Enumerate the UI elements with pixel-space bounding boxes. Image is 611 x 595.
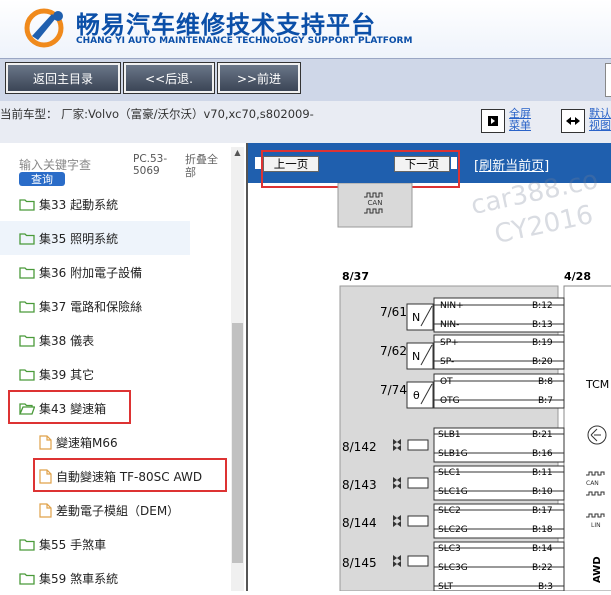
highlight-box-gearbox — [8, 390, 131, 424]
pin-nin-plus: NIN+ — [440, 301, 464, 311]
pin-slc3: SLC3 — [438, 544, 461, 554]
pin-b14: B:14 — [532, 544, 553, 554]
default-view-icon — [566, 117, 580, 125]
connector-left: 8/37 — [342, 270, 369, 283]
pin-b20: B:20 — [532, 357, 553, 367]
folder-icon — [19, 232, 35, 245]
pin-nin-minus: NIN- — [440, 320, 459, 330]
can-right-label: CAN — [586, 480, 599, 487]
tree-item-36[interactable]: 集36 附加電子設備 — [0, 255, 231, 289]
tree-item-59[interactable]: 集59 煞車系統 — [0, 561, 231, 595]
page-icon — [39, 434, 52, 450]
sensor-7-62-id: 7/62 — [380, 344, 407, 358]
solenoid-8-142-id: 8/142 — [342, 440, 377, 454]
folder-icon — [19, 300, 35, 313]
folder-icon — [19, 266, 35, 279]
tree-item-38[interactable]: 集38 儀表 — [0, 323, 231, 357]
pin-slc2: SLC2 — [438, 506, 461, 516]
sensor-7-62-symbol: N — [412, 350, 420, 363]
pin-sp-plus: SP+ — [440, 338, 459, 348]
folder-icon — [19, 572, 35, 585]
folder-icon — [19, 334, 35, 347]
pin-slt: SLT — [438, 582, 453, 591]
pin-b19: B:19 — [532, 338, 553, 348]
pin-b13: B:13 — [532, 320, 553, 330]
current-model-text: 当前车型： 厂家:Volvo（富豪/沃尔沃）v70,xc70,s802009- — [0, 107, 314, 121]
pin-ot: OT — [440, 377, 453, 387]
can-label: CAN — [368, 199, 383, 207]
folder-icon — [19, 198, 35, 211]
module-label: TCM — [585, 378, 609, 391]
pin-slc2g: SLC2G — [438, 525, 468, 535]
pin-b10: B:10 — [532, 487, 553, 497]
highlight-box-tf80sc — [33, 458, 227, 492]
pin-b8: B:8 — [538, 377, 553, 387]
home-button[interactable]: 返回主目录 — [5, 62, 121, 94]
tree-item-35[interactable]: 集35 照明系統 — [0, 221, 190, 255]
pin-slb1: SLB1 — [438, 430, 461, 440]
app-subtitle: CHANG YI AUTO MAINTENANCE TECHNOLOGY SUP… — [76, 36, 413, 46]
connector-right: 4/28 — [564, 270, 591, 283]
search-button[interactable]: 查询 — [19, 172, 65, 186]
folder-icon — [19, 538, 35, 551]
sensor-7-74-id: 7/74 — [380, 383, 407, 397]
pin-sp-minus: SP- — [440, 357, 454, 367]
scroll-thumb[interactable] — [232, 323, 243, 563]
tree-item-33[interactable]: 集33 起動系統 — [0, 187, 231, 221]
default-view-label[interactable]: 默认 视图 — [589, 108, 611, 132]
logo-icon — [24, 8, 64, 48]
collapse-all-button[interactable]: 折叠全部 — [185, 153, 225, 179]
pin-slc3g: SLC3G — [438, 563, 468, 573]
wiring-diagram: CAN 8/37 4/28 TCM CAN LIN AWD 7/61 N NIN… — [337, 183, 611, 591]
back-button[interactable]: <<后退. — [123, 62, 215, 94]
solenoid-8-145-id: 8/145 — [342, 556, 377, 570]
forward-button[interactable]: >>前进 — [217, 62, 301, 94]
tree-item-dem[interactable]: 差動電子模組（DEM） — [0, 493, 231, 527]
default-view-button[interactable] — [561, 109, 585, 133]
pin-otg: OTG — [440, 396, 460, 406]
pin-slc1: SLC1 — [438, 468, 461, 478]
pin-slb1g: SLB1G — [438, 449, 468, 459]
folder-icon — [19, 368, 35, 381]
pin-b3: B:3 — [538, 582, 553, 591]
search-input[interactable]: 输入关键字查 — [19, 156, 91, 173]
pin-b7: B:7 — [538, 396, 553, 406]
sensor-7-74-symbol: θ — [413, 389, 420, 402]
pin-b16: B:16 — [532, 449, 553, 459]
sensor-7-61-symbol: N — [412, 311, 420, 324]
app-header: 畅易汽车维修技术支持平台 CHANG YI AUTO MAINTENANCE T… — [0, 0, 611, 58]
page-icon — [39, 502, 52, 518]
main-toolbar: 返回主目录 <<后退. >>前进 — [0, 58, 611, 102]
toolbar-frame — [605, 63, 611, 97]
pin-b22: B:22 — [532, 563, 553, 573]
fullscreen-icon — [488, 116, 498, 126]
pin-b12: B:12 — [532, 301, 553, 311]
pin-b18: B:18 — [532, 525, 553, 535]
sensor-7-61-id: 7/61 — [380, 305, 407, 319]
model-bar: 当前车型： 厂家:Volvo（富豪/沃尔沃）v70,xc70,s802009- … — [0, 101, 611, 143]
awd-label: AWD — [592, 556, 603, 583]
pin-b11: B:11 — [532, 468, 553, 478]
refresh-page-link[interactable]: [刷新当前页] — [474, 155, 549, 174]
pc-code: PC.53-5069 — [133, 153, 168, 177]
pin-slc1g: SLC1G — [438, 487, 468, 497]
lin-right-label: LIN — [591, 522, 601, 529]
fullscreen-label[interactable]: 全屏 菜单 — [509, 108, 531, 132]
app-title: 畅易汽车维修技术支持平台 — [76, 11, 376, 39]
solenoid-8-144-id: 8/144 — [342, 516, 377, 530]
scroll-up-icon[interactable]: ▲ — [231, 147, 244, 159]
tree-item-37[interactable]: 集37 電路和保險絲 — [0, 289, 231, 323]
solenoid-8-143-id: 8/143 — [342, 478, 377, 492]
tree-item-39[interactable]: 集39 其它 — [0, 357, 231, 391]
pin-b17: B:17 — [532, 506, 553, 516]
pin-b21: B:21 — [532, 430, 553, 440]
fullscreen-button[interactable] — [481, 109, 505, 133]
tree-item-55[interactable]: 集55 手煞車 — [0, 527, 231, 561]
tree-item-m66[interactable]: 變速箱M66 — [0, 425, 231, 459]
